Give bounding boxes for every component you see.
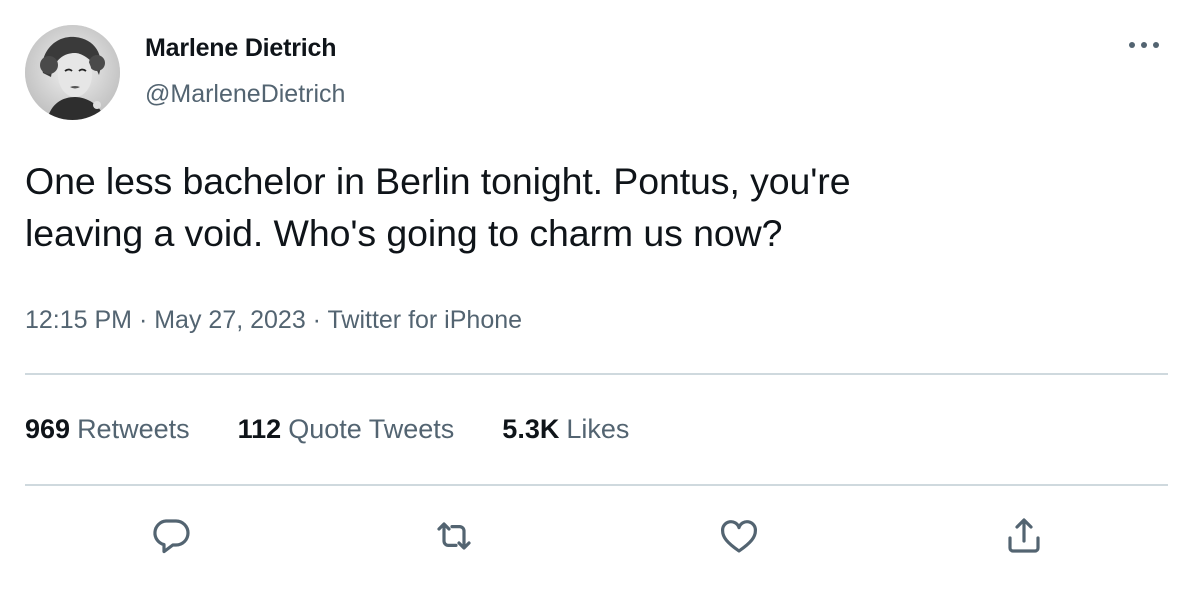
retweet-icon: [437, 522, 471, 550]
tweet-source[interactable]: Twitter for iPhone: [328, 306, 523, 334]
tweet-metadata: 12:15 PM · May 27, 2023 · Twitter for iP…: [25, 306, 522, 335]
meta-separator: ·: [132, 306, 155, 334]
retweets-stat[interactable]: 969 Retweets: [25, 414, 190, 445]
heart-icon: [721, 520, 757, 553]
share-button[interactable]: [1000, 512, 1048, 560]
divider: [25, 484, 1168, 486]
quote-tweets-count: 112: [237, 414, 282, 444]
avatar[interactable]: [25, 25, 120, 120]
divider: [25, 373, 1168, 375]
reply-icon: [153, 519, 190, 554]
more-horizontal-icon: [1129, 42, 1159, 48]
like-button[interactable]: [715, 512, 763, 560]
tweet-date[interactable]: May 27, 2023: [154, 306, 306, 334]
retweets-label: Retweets: [77, 414, 190, 444]
likes-stat[interactable]: 5.3K Likes: [502, 414, 629, 445]
more-options-button[interactable]: [1124, 34, 1164, 56]
retweet-button[interactable]: [430, 512, 478, 560]
display-name[interactable]: Marlene Dietrich: [145, 34, 337, 63]
retweets-count: 969: [25, 414, 71, 444]
tweet-text: One less bachelor in Berlin tonight. Pon…: [25, 160, 851, 254]
likes-count: 5.3K: [502, 414, 560, 444]
quote-tweets-stat[interactable]: 112 Quote Tweets: [238, 414, 455, 445]
avatar-photo: [25, 25, 120, 120]
user-handle[interactable]: @MarleneDietrich: [145, 80, 345, 109]
quote-tweets-label: Quote Tweets: [288, 414, 455, 444]
reply-button[interactable]: [147, 512, 195, 560]
likes-label: Likes: [566, 414, 630, 444]
share-icon: [1008, 518, 1040, 553]
meta-separator: ·: [305, 306, 328, 334]
tweet-time[interactable]: 12:15 PM: [25, 306, 132, 334]
tweet-stats: 969 Retweets 112 Quote Tweets 5.3K Likes: [25, 414, 677, 445]
